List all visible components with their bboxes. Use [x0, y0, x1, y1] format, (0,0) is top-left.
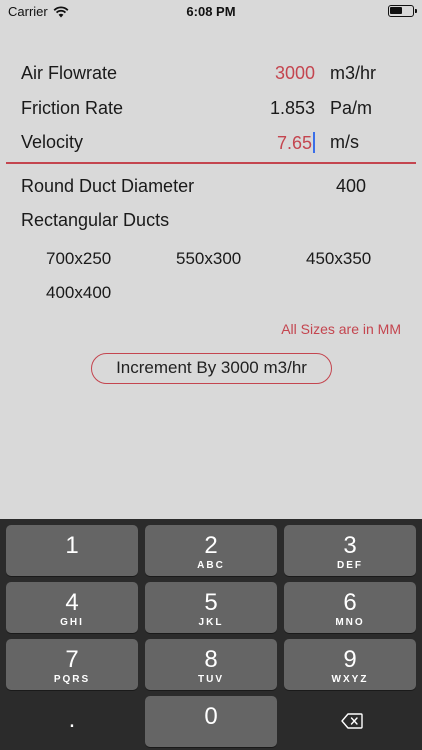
key-6[interactable]: 6 MNO	[284, 582, 416, 633]
velocity-value: 7.65	[276, 133, 312, 153]
key-digit: 9	[343, 646, 357, 673]
key-letters: ABC	[197, 560, 225, 571]
key-decimal[interactable]: .	[6, 696, 138, 747]
friction-rate-unit: Pa/m	[330, 98, 373, 118]
key-digit: .	[68, 706, 76, 733]
air-flowrate-input[interactable]: 3000	[275, 63, 315, 84]
units-note: All Sizes are in MM	[281, 321, 401, 337]
key-3[interactable]: 3 DEF	[284, 525, 416, 576]
key-5[interactable]: 5 JKL	[145, 582, 277, 633]
key-letters: JKL	[198, 617, 224, 628]
key-letters: TUV	[198, 674, 224, 685]
key-digit: 1	[65, 532, 79, 559]
key-digit: 5	[204, 589, 218, 616]
key-8[interactable]: 8 TUV	[145, 639, 277, 690]
velocity-label: Velocity	[21, 132, 84, 152]
rect-size-item: 400x400	[46, 283, 112, 302]
battery-icon	[388, 5, 417, 17]
key-digit: 8	[204, 646, 218, 673]
round-duct-value: 400	[336, 176, 367, 196]
key-backspace[interactable]	[284, 696, 416, 747]
backspace-icon	[341, 713, 363, 729]
velocity-input[interactable]: 7.65	[277, 132, 315, 154]
round-duct-label: Round Duct Diameter	[21, 176, 195, 196]
key-4[interactable]: 4 GHI	[6, 582, 138, 633]
key-0[interactable]: 0	[145, 696, 277, 747]
key-letters: GHI	[60, 617, 84, 628]
rect-size-item: 450x350	[306, 249, 372, 268]
increment-button[interactable]: Increment By 3000 m3/hr	[91, 353, 332, 384]
key-digit: 4	[65, 589, 79, 616]
divider-line	[6, 162, 416, 164]
clock: 6:08 PM	[186, 4, 236, 19]
key-letters: PQRS	[53, 674, 91, 685]
air-flowrate-unit: m3/hr	[330, 63, 377, 83]
key-digit: 7	[65, 646, 79, 673]
air-flowrate-label: Air Flowrate	[21, 63, 118, 83]
rect-size-item: 550x300	[176, 249, 242, 268]
key-letters: WXYZ	[331, 674, 369, 685]
key-digit: 3	[343, 532, 357, 559]
key-9[interactable]: 9 WXYZ	[284, 639, 416, 690]
key-letters: DEF	[337, 560, 363, 571]
key-2[interactable]: 2 ABC	[145, 525, 277, 576]
rectangular-ducts-label: Rectangular Ducts	[21, 210, 170, 230]
numeric-keypad: 1 2 ABC 3 DEF 4 GHI 5 JKL 6 MNO 7 PQRS 8…	[0, 519, 422, 750]
text-cursor	[313, 132, 315, 153]
friction-rate-input[interactable]: 1.853	[270, 98, 315, 119]
status-bar: Carrier 6:08 PM	[0, 0, 422, 22]
key-digit: 6	[343, 589, 357, 616]
key-digit: 2	[204, 532, 218, 559]
rect-size-item: 700x250	[46, 249, 112, 268]
friction-rate-label: Friction Rate	[21, 98, 124, 118]
key-digit: 0	[204, 703, 218, 730]
key-7[interactable]: 7 PQRS	[6, 639, 138, 690]
velocity-unit: m/s	[330, 132, 359, 152]
key-1[interactable]: 1	[6, 525, 138, 576]
key-letters: MNO	[335, 617, 365, 628]
